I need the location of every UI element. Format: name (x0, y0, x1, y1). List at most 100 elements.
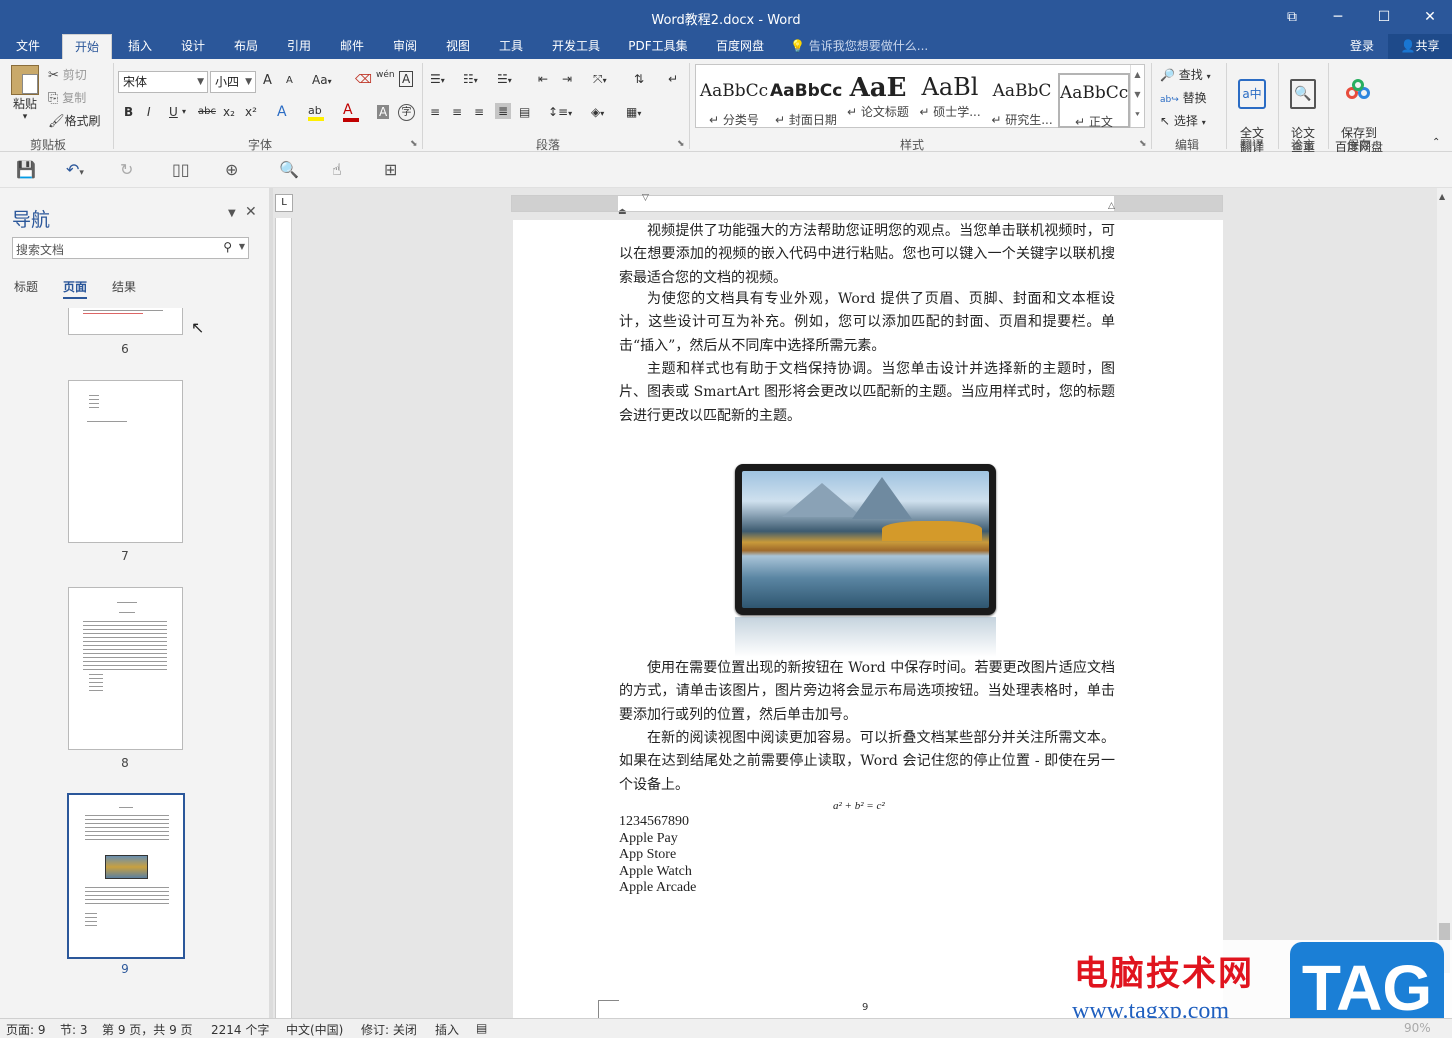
body-paragraph[interactable]: 使用在需要位置出现的新按钮在 Word 中保存时间。若要更改图片适应文档的方式，… (619, 657, 1115, 727)
multilevel-list-button[interactable]: ☱▾ (497, 72, 512, 86)
save-icon[interactable]: 💾 (16, 160, 36, 179)
bold-button[interactable]: B (124, 105, 133, 119)
touch-mode-icon[interactable]: ☝ (332, 160, 342, 179)
char-border-button[interactable]: A (399, 71, 414, 87)
chevron-down-icon[interactable]: ▾ (182, 107, 186, 116)
nav-tab-pages[interactable]: 页面 (63, 278, 88, 299)
style-master-degree[interactable]: AaBl ↵ 硕士学... (914, 73, 986, 128)
show-marks-icon[interactable]: ↵ (668, 72, 678, 86)
dialog-launcher-icon[interactable]: ⬊ (410, 139, 418, 149)
status-page[interactable]: 页面: 9 (6, 1021, 46, 1038)
right-indent-marker[interactable]: △ (1108, 201, 1115, 211)
select-button[interactable]: ↖ 选择 ▾ (1160, 112, 1206, 129)
search-input[interactable]: 搜索文档 ⚲ ▼ (12, 237, 249, 259)
tab-mailings[interactable]: 邮件 (330, 34, 374, 59)
find-button[interactable]: 🔎 查找 ▾ (1160, 66, 1211, 83)
decrease-indent-icon[interactable]: ⇤ (538, 72, 548, 86)
increase-indent-icon[interactable]: ⇥ (562, 72, 572, 86)
justify-icon[interactable]: ≣ (495, 103, 512, 119)
left-indent-marker[interactable]: ⏏ (618, 207, 627, 217)
tab-view[interactable]: 视图 (436, 34, 480, 59)
text-line[interactable]: Apple Watch (619, 864, 692, 880)
bullets-button[interactable]: ☰▾ (430, 72, 445, 86)
body-paragraph[interactable]: 为使您的文档具有专业外观，Word 提供了页眉、页脚、封面和文本框设计，这些设计… (619, 288, 1115, 358)
subscript-button[interactable]: x₂ (223, 105, 235, 119)
tab-layout[interactable]: 布局 (224, 34, 268, 59)
shrink-font-button[interactable]: A (286, 75, 293, 86)
change-case-button[interactable]: Aa▾ (312, 73, 332, 87)
page-thumbnail[interactable] (68, 308, 183, 335)
tablet-landscape-image[interactable] (735, 464, 996, 615)
dialog-launcher-icon[interactable]: ⬊ (677, 139, 685, 149)
body-paragraph[interactable]: 主题和样式也有助于文档保持协调。当您单击设计并选择新的主题时，图片、图表或 Sm… (619, 358, 1115, 428)
status-language[interactable]: 中文(中国) (286, 1021, 343, 1038)
tab-review[interactable]: 审阅 (383, 34, 427, 59)
nav-tab-headings[interactable]: 标题 (14, 278, 38, 295)
tab-insert[interactable]: 插入 (118, 34, 162, 59)
status-word-count[interactable]: 2214 个字 (211, 1021, 269, 1038)
font-size-combo[interactable]: 小四 ▼ (210, 71, 256, 93)
tab-home[interactable]: 开始 (62, 34, 112, 59)
tab-pdf-tools[interactable]: PDF工具集 (620, 34, 696, 59)
vertical-scrollbar[interactable]: ▲ (1437, 188, 1452, 1018)
tab-file[interactable]: 文件 (6, 34, 50, 59)
status-zoom[interactable]: 90% (1404, 1021, 1431, 1035)
copy-button[interactable]: ⎘ 复制 (48, 89, 86, 106)
customize-qat-icon[interactable]: ⊞ (384, 160, 397, 179)
phonetic-guide-button[interactable]: wén (376, 70, 395, 80)
chinese-layout-icon[interactable]: ⤧▾ (593, 72, 607, 87)
body-paragraph[interactable]: 视频提供了功能强大的方法帮助您证明您的观点。当您单击联机视频时，可以在想要添加的… (619, 220, 1115, 290)
enclose-char-button[interactable]: 字 (398, 104, 415, 121)
format-painter-button[interactable]: 🖌格式刷 (48, 112, 101, 129)
close-button[interactable]: ✕ (1407, 2, 1452, 32)
gallery-scroll[interactable]: ▲ ▼ ⯆ (1130, 65, 1144, 127)
tab-developer[interactable]: 开发工具 (542, 34, 610, 59)
page-thumbnail[interactable] (68, 587, 183, 750)
font-color-button[interactable]: A (343, 102, 359, 122)
status-section[interactable]: 节: 3 (60, 1021, 88, 1038)
document-page[interactable]: 视频提供了功能强大的方法帮助您证明您的观点。当您单击联机视频时，可以在想要添加的… (513, 220, 1223, 1018)
tab-tools[interactable]: 工具 (489, 34, 533, 59)
style-classification-number[interactable]: AaBbCc ↵ 分类号 (698, 73, 770, 128)
first-line-indent-marker[interactable]: ▽ (642, 193, 649, 203)
share-button[interactable]: 👤共享 (1388, 34, 1452, 59)
clear-formatting-icon[interactable]: ⌫ (355, 72, 372, 86)
text-line[interactable]: App Store (619, 847, 676, 863)
tab-baidu-pan[interactable]: 百度网盘 (706, 34, 774, 59)
maximize-button[interactable]: ☐ (1361, 2, 1407, 32)
char-shading-button[interactable]: A (377, 105, 390, 119)
equation[interactable]: a² + b² = c² (833, 800, 885, 812)
highlight-button[interactable]: ab (308, 103, 324, 121)
style-graduate[interactable]: AaBbC ↵ 研究生... (986, 73, 1058, 128)
page-thumbnail[interactable] (68, 380, 183, 543)
status-track-changes[interactable]: 修订: 关闭 (361, 1021, 417, 1038)
strikethrough-button[interactable]: abc (198, 106, 216, 117)
nav-options-icon[interactable]: ▼ (228, 208, 236, 219)
shading-icon[interactable]: ◈▾ (591, 105, 604, 119)
align-center-icon[interactable]: ≡ (452, 105, 462, 119)
macro-record-icon[interactable]: ▤ (476, 1021, 487, 1035)
tab-references[interactable]: 引用 (277, 34, 321, 59)
login-button[interactable]: 登录 (1342, 34, 1382, 59)
close-icon[interactable]: ✕ (245, 204, 257, 220)
style-paper-title[interactable]: AaE ↵ 论文标题 (842, 73, 914, 128)
tab-design[interactable]: 设计 (171, 34, 215, 59)
read-mode-icon[interactable]: ▯▯ (172, 160, 190, 179)
redo-icon[interactable]: ↻ (120, 160, 133, 179)
undo-icon[interactable]: ↶▾ (66, 160, 84, 179)
style-normal[interactable]: AaBbCcI ↵ 正文 (1058, 73, 1130, 129)
status-page-of[interactable]: 第 9 页，共 9 页 (102, 1021, 193, 1038)
line-spacing-icon[interactable]: ↕≡▾ (548, 105, 572, 119)
replace-button[interactable]: ab↪ 替换 (1160, 89, 1207, 106)
text-effects-icon[interactable]: A (277, 104, 287, 120)
nav-tab-results[interactable]: 结果 (112, 278, 136, 295)
numbering-button[interactable]: ☷▾ (463, 72, 478, 86)
tab-selector[interactable]: L (275, 194, 293, 212)
print-preview-icon[interactable]: 🔍 (279, 160, 299, 179)
web-layout-icon[interactable]: ⊕ (225, 160, 238, 179)
underline-button[interactable]: U (169, 105, 178, 119)
text-line[interactable]: Apple Pay (619, 831, 678, 847)
tell-me-box[interactable]: 💡 告诉我您想要做什么... (790, 34, 940, 59)
status-insert-mode[interactable]: 插入 (435, 1021, 459, 1038)
dialog-launcher-icon[interactable]: ⬊ (1139, 139, 1147, 149)
